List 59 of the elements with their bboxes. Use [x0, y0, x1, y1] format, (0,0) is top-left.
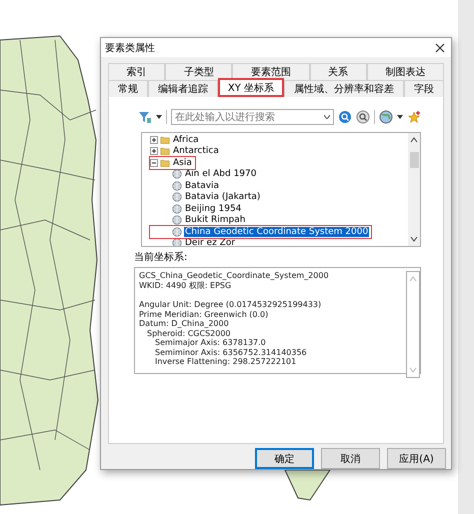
globe-icon[interactable] [172, 238, 182, 246]
tree-item[interactable]: Batavia (Jakarta) [184, 192, 262, 202]
clear-search-icon[interactable] [356, 110, 370, 124]
tree-item[interactable]: Antarctica [172, 146, 220, 156]
tab[interactable]: XY 坐标系 [218, 78, 284, 97]
scroll-down-icon[interactable] [410, 236, 418, 242]
search-icon[interactable] [338, 110, 352, 124]
detail-line: Datum: D_China_2000 [139, 319, 230, 328]
tree-item[interactable]: Africa [172, 134, 200, 145]
tab[interactable]: 子类型 [165, 63, 232, 80]
tree-item[interactable]: Beijing 1954 [184, 204, 242, 214]
globe-icon[interactable] [172, 204, 182, 214]
detail-line: Prime Meridian: Greenwich (0.0) [139, 310, 270, 319]
scroll-up-icon [409, 276, 417, 282]
folder-icon[interactable] [160, 146, 170, 156]
globe-icon[interactable] [379, 110, 393, 124]
search-field[interactable]: 在此处输入以进行搜索 [170, 109, 334, 125]
expand-icon[interactable] [150, 147, 158, 156]
detail-line: Semimajor Axis: 6378137.0 [155, 338, 267, 348]
detail-line: Angular Unit: Degree (0.0174532925199433) [139, 300, 322, 310]
tab[interactable]: 常规 [108, 80, 148, 97]
caret-icon[interactable] [156, 115, 162, 119]
tree-item[interactable]: Batavia [184, 180, 220, 191]
close-icon[interactable] [435, 42, 445, 52]
window-title: 要素类属性 [105, 42, 155, 54]
globe-icon[interactable] [172, 169, 182, 180]
tab[interactable]: 制图表达 [366, 63, 444, 80]
globe-icon[interactable] [172, 192, 182, 202]
collapse-icon[interactable] [150, 158, 158, 167]
tab[interactable]: 字段 [404, 80, 444, 97]
globe-icon[interactable] [172, 215, 182, 226]
scroll-up-icon[interactable] [410, 137, 418, 143]
tree-item[interactable]: Bukit Rimpah [184, 215, 246, 226]
detail-line: Spheroid: CGCS2000 [147, 328, 232, 338]
detail-line: WKID: 4490 权限: EPSG [139, 280, 232, 290]
detail-line: Semiminor Axis: 6356752.314140356 [155, 348, 308, 357]
star-icon[interactable] [407, 110, 421, 124]
dialog-button[interactable]: 取消 [321, 448, 380, 469]
tab[interactable]: 关系 [310, 63, 367, 80]
dialog-button[interactable]: 应用(A) [387, 448, 446, 469]
tab[interactable]: 要素范围 [232, 63, 310, 80]
expand-icon[interactable] [150, 136, 158, 144]
tab[interactable]: 属性域、分辨率和容差 [284, 80, 404, 97]
tree-item[interactable]: Ain el Abd 1970 [184, 169, 258, 180]
globe-icon[interactable] [172, 226, 182, 237]
tree-item[interactable]: China Geodetic Coordinate System 2000 [184, 226, 370, 237]
caret-icon[interactable] [324, 115, 330, 119]
scroll-thumb[interactable] [410, 152, 418, 168]
globe-icon[interactable] [172, 180, 182, 191]
tab[interactable]: 索引 [108, 63, 166, 80]
caret-icon[interactable] [397, 115, 403, 119]
scrollbar[interactable] [408, 133, 420, 246]
tab[interactable]: 编辑者追踪 [148, 80, 218, 97]
dialog-button[interactable]: 确定 [255, 448, 314, 469]
current-system-label: 当前坐标系: [134, 250, 188, 264]
detail-line: Inverse Flattening: 298.257222101 [155, 357, 298, 366]
scroll-down-icon [409, 367, 417, 373]
detail-line: GCS_China_Geodetic_Coordinate_System_2000 [139, 271, 330, 280]
tree-item[interactable]: Asia [172, 158, 193, 168]
